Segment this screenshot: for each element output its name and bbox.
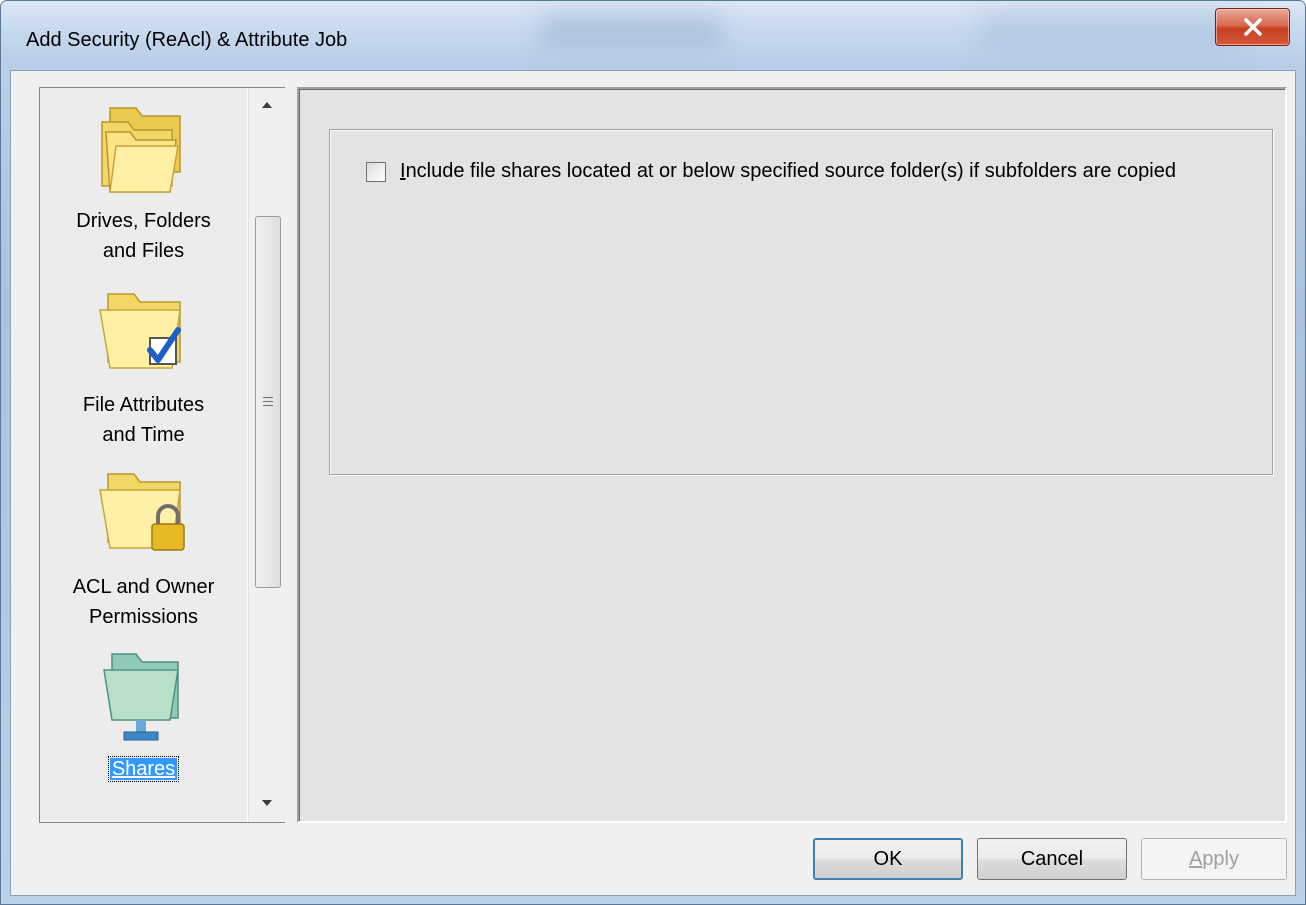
close-button[interactable] <box>1215 8 1290 46</box>
window-title: Add Security (ReAcl) & Attribute Job <box>26 29 348 51</box>
category-list: Drives, Folders and Files File Attribute… <box>40 88 247 822</box>
title-bar-background-blur <box>981 13 1241 49</box>
folder-lock-icon <box>99 473 185 551</box>
close-x-icon <box>1244 18 1262 36</box>
scroll-thumb[interactable] <box>255 216 281 588</box>
folder-checkmark-icon <box>99 293 181 369</box>
nav-item-shares[interactable]: Shares <box>40 642 247 822</box>
title-bar-background-blur <box>541 13 721 49</box>
include-subfolder-shares-label[interactable]: Include file shares located at or below … <box>400 160 1176 183</box>
shares-options-group: Include file shares located at or below … <box>329 129 1273 475</box>
apply-button[interactable]: Apply <box>1141 838 1287 880</box>
category-nav-panel: Drives, Folders and Files File Attribute… <box>39 87 285 823</box>
scroll-up-button[interactable] <box>249 88 285 124</box>
shares-settings-panel: Include file shares located at or below … <box>297 87 1287 823</box>
folders-icon <box>101 107 181 193</box>
nav-item-label: Drives, Folders and Files <box>76 210 211 262</box>
cancel-button[interactable]: Cancel <box>977 838 1127 880</box>
nav-item-drives-folders-files[interactable]: Drives, Folders and Files <box>40 88 247 278</box>
chevron-down-icon <box>262 800 272 806</box>
dialog-window: Add Security (ReAcl) & Attribute Job Dri… <box>0 0 1306 905</box>
nav-item-label: ACL and Owner Permissions <box>72 576 215 628</box>
nav-item-acl-owner-permissions[interactable]: ACL and Owner Permissions <box>40 460 247 642</box>
chevron-up-icon <box>262 102 272 108</box>
scroll-grip-icon <box>263 397 273 409</box>
dialog-client-area: Drives, Folders and Files File Attribute… <box>11 71 1295 895</box>
nav-item-label: Shares <box>107 756 180 782</box>
include-subfolder-shares-checkbox[interactable] <box>366 162 386 182</box>
ok-button[interactable]: OK <box>813 838 963 880</box>
network-share-folder-icon <box>103 653 179 741</box>
nav-item-file-attributes-time[interactable]: File Attributes and Time <box>40 278 247 460</box>
nav-scrollbar[interactable] <box>248 88 285 822</box>
title-bar[interactable]: Add Security (ReAcl) & Attribute Job <box>1 1 1305 67</box>
scroll-down-button[interactable] <box>249 786 285 822</box>
nav-item-label: File Attributes and Time <box>82 394 205 446</box>
